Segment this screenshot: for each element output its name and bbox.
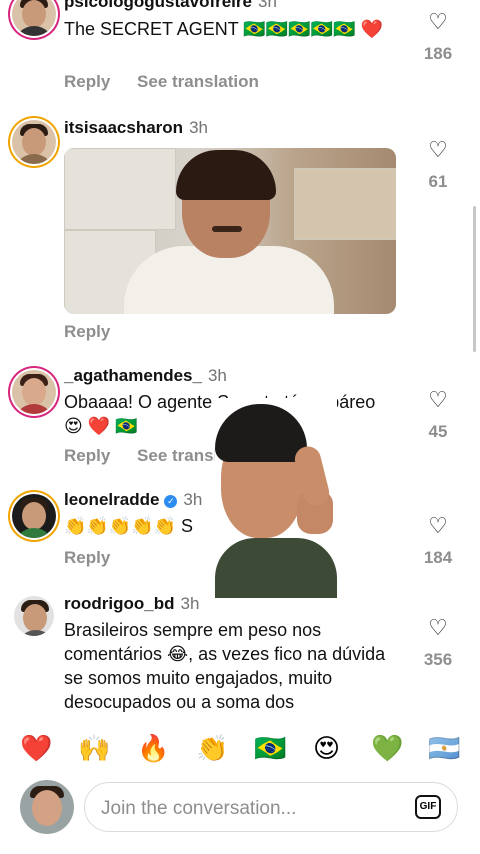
gif-attachment[interactable]	[64, 148, 396, 314]
comment-username[interactable]: _agathamendes_ 3h	[64, 366, 227, 386]
avatar[interactable]	[12, 120, 56, 164]
comment-input[interactable]	[99, 795, 393, 823]
comment-username[interactable]: psicologogustavofreire 3h	[64, 0, 277, 12]
emoji-reaction-bar: ❤️ 🙌 🔥 👏 🇧🇷 😍 💚 🇦🇷	[0, 728, 480, 768]
comment-text: The SECRET AGENT 🇧🇷🇧🇷🇧🇷🇧🇷🇧🇷 ❤️	[64, 19, 383, 39]
gif-icon[interactable]: GIF	[415, 795, 441, 819]
heart-icon[interactable]: ♡	[418, 514, 458, 538]
comment-input-box: GIF	[84, 782, 458, 832]
heart-icon[interactable]: ♡	[418, 10, 458, 34]
avatar[interactable]	[12, 494, 56, 538]
comment-time: 3h	[189, 118, 208, 137]
verified-badge-icon: ✓	[164, 495, 178, 508]
emoji-heart-button[interactable]: ❤️	[20, 728, 52, 768]
comment-item: itsisaacsharon 3h Reply ♡ 61	[0, 116, 480, 346]
avatar[interactable]	[14, 596, 54, 636]
emoji-clap-button[interactable]: 👏	[196, 728, 228, 768]
floating-video[interactable]	[215, 398, 337, 598]
comment-item: psicologogustavofreire 3h The SECRET AGEN…	[0, 0, 480, 96]
comment-composer: GIF	[0, 770, 480, 854]
reply-button[interactable]: Reply	[64, 322, 110, 341]
comment-item: roodrigoo_bd 3h Brasileiros sempre em pes…	[0, 594, 480, 714]
emoji-argentina-flag-button[interactable]: 🇦🇷	[428, 728, 460, 768]
comment-actions: Reply See translation	[64, 72, 281, 92]
avatar[interactable]	[12, 0, 56, 36]
reply-button[interactable]: Reply	[64, 446, 110, 465]
like-count: 61	[428, 172, 448, 191]
like-count: 45	[428, 422, 448, 441]
comment-time: 3h	[257, 0, 277, 11]
heart-icon[interactable]: ♡	[418, 138, 458, 162]
comment-time: 3h	[183, 490, 203, 509]
comment-time: 3h	[180, 594, 200, 613]
reply-button[interactable]: Reply	[64, 548, 110, 567]
comment-username[interactable]: itsisaacsharon 3h	[64, 118, 208, 138]
emoji-heart-eyes-button[interactable]: 😍	[313, 728, 340, 768]
comment-actions: Reply	[64, 548, 132, 568]
current-user-avatar	[20, 780, 74, 834]
avatar[interactable]	[12, 370, 56, 414]
scrollbar[interactable]	[473, 206, 476, 352]
like-count: 186	[423, 44, 453, 63]
like-count: 356	[423, 650, 453, 669]
emoji-fire-button[interactable]: 🔥	[137, 728, 169, 768]
emoji-brazil-flag-button[interactable]: 🇧🇷	[254, 728, 286, 768]
emoji-green-heart-button[interactable]: 💚	[371, 728, 403, 768]
see-translation-button[interactable]: See translation	[137, 72, 259, 91]
like-group: ♡ 184	[418, 514, 458, 568]
heart-icon[interactable]: ♡	[418, 616, 458, 640]
comment-time: 3h	[207, 366, 227, 385]
reply-button[interactable]: Reply	[64, 72, 110, 91]
like-group: ♡ 186	[418, 10, 458, 64]
comment-username[interactable]: leonelradde ✓ 3h	[64, 490, 202, 510]
like-group: ♡ 61	[418, 138, 458, 192]
comment-actions: Reply	[64, 322, 132, 342]
comment-username[interactable]: roodrigoo_bd 3h	[64, 594, 199, 614]
heart-icon[interactable]: ♡	[418, 388, 458, 412]
comment-text: Brasileiros sempre em peso nos comentári…	[64, 620, 386, 712]
like-group: ♡ 356	[418, 616, 458, 670]
like-count: 184	[423, 548, 453, 567]
emoji-raised-hands-button[interactable]: 🙌	[78, 728, 110, 768]
like-group: ♡ 45	[418, 388, 458, 442]
